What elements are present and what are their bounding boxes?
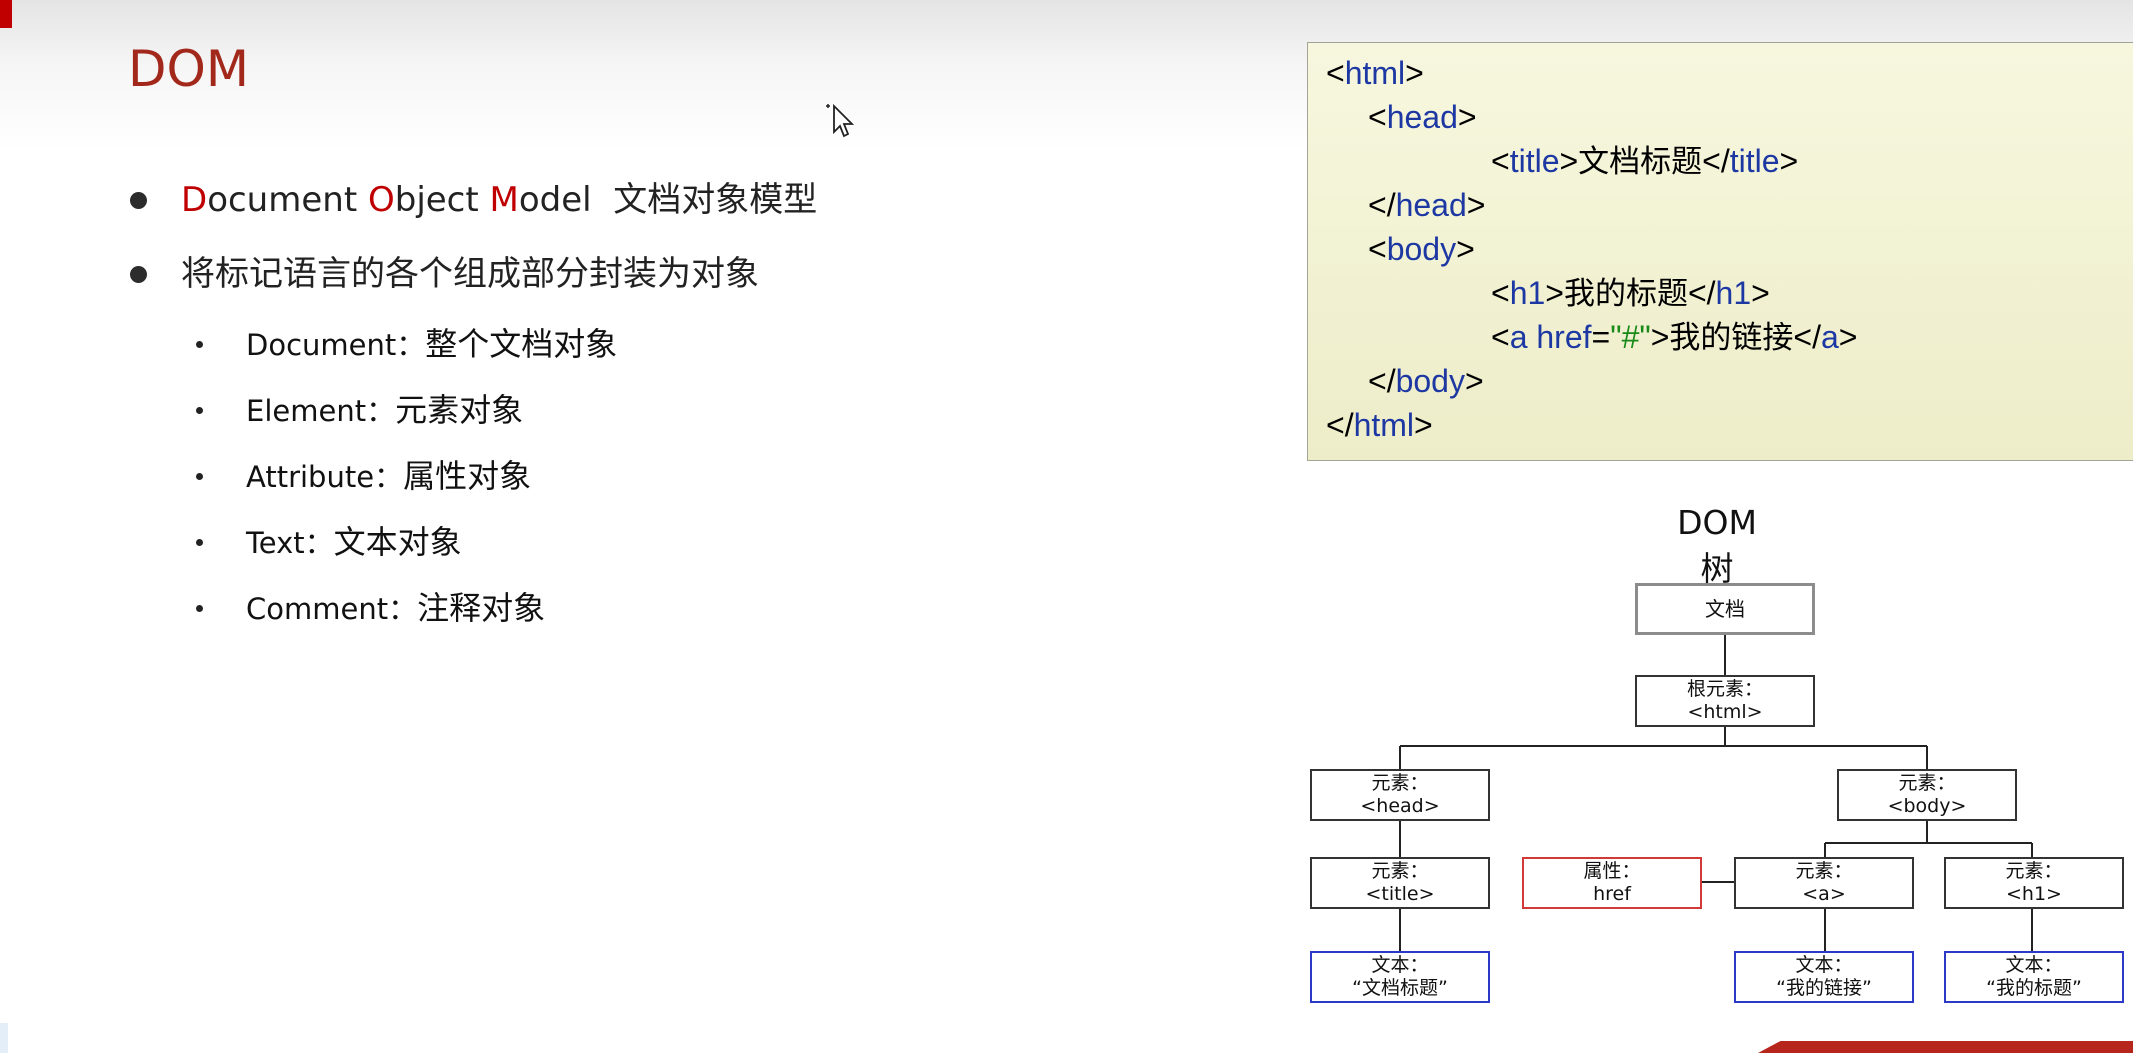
corner-decoration [0,0,12,28]
tree-node-attribute-href: 属性： href [1522,857,1702,909]
tree-node-text-link: 文本： “我的链接” [1734,951,1914,1003]
bullet-dom-definition: Document Object Model 文档对象模型 [130,178,817,252]
bullet-dot [130,192,147,209]
code-line-head-open: <head> [1368,99,1477,135]
tree-node-h1: 元素： <h1> [1944,857,2124,909]
tree-node-root-html: 根元素： <html> [1635,675,1815,727]
code-line-h1: <h1>我的标题</h1> [1491,275,1770,312]
dom-object-list: Document：整个文档对象 Element：元素对象 Attribute：属… [196,324,617,654]
footer-ribbon [1758,1041,2133,1053]
bullet-encapsulation: 将标记语言的各个组成部分封装为对象 [130,252,817,326]
code-line-anchor: <a href="#">我的链接</a> [1491,319,1858,356]
code-line-head-close: </head> [1368,187,1486,223]
move-cursor-icon [826,103,854,138]
list-item-attribute: Attribute：属性对象 [196,456,617,522]
page-title: DOM [128,40,249,98]
bullet-dot [130,266,147,283]
code-line-title: <title>文档标题</title> [1491,143,1799,180]
list-item-comment: Comment：注释对象 [196,588,617,654]
tree-node-title: 元素： <title> [1310,857,1490,909]
list-item-document: Document：整个文档对象 [196,324,617,390]
list-item-text: Text：文本对象 [196,522,617,588]
tree-node-head: 元素： <head> [1310,769,1490,821]
tree-node-text-heading: 文本： “我的标题” [1944,951,2124,1003]
main-bullet-list: Document Object Model 文档对象模型 将标记语言的各个组成部… [130,178,817,326]
code-line-html-open: <html> [1326,55,1424,91]
tree-node-document: 文档 [1635,583,1815,635]
tree-node-body: 元素： <body> [1837,769,2017,821]
code-line-body-close: </body> [1368,363,1484,399]
tree-node-anchor: 元素： <a> [1734,857,1914,909]
edge-decoration [0,1023,8,1053]
code-line-html-close: </html> [1326,407,1433,443]
code-line-body-open: <body> [1368,231,1475,267]
tree-node-text-title: 文本： “文档标题” [1310,951,1490,1003]
html-code-sample: <html> <head> <title>文档标题</title> </head… [1307,42,2133,461]
list-item-element: Element：元素对象 [196,390,617,456]
